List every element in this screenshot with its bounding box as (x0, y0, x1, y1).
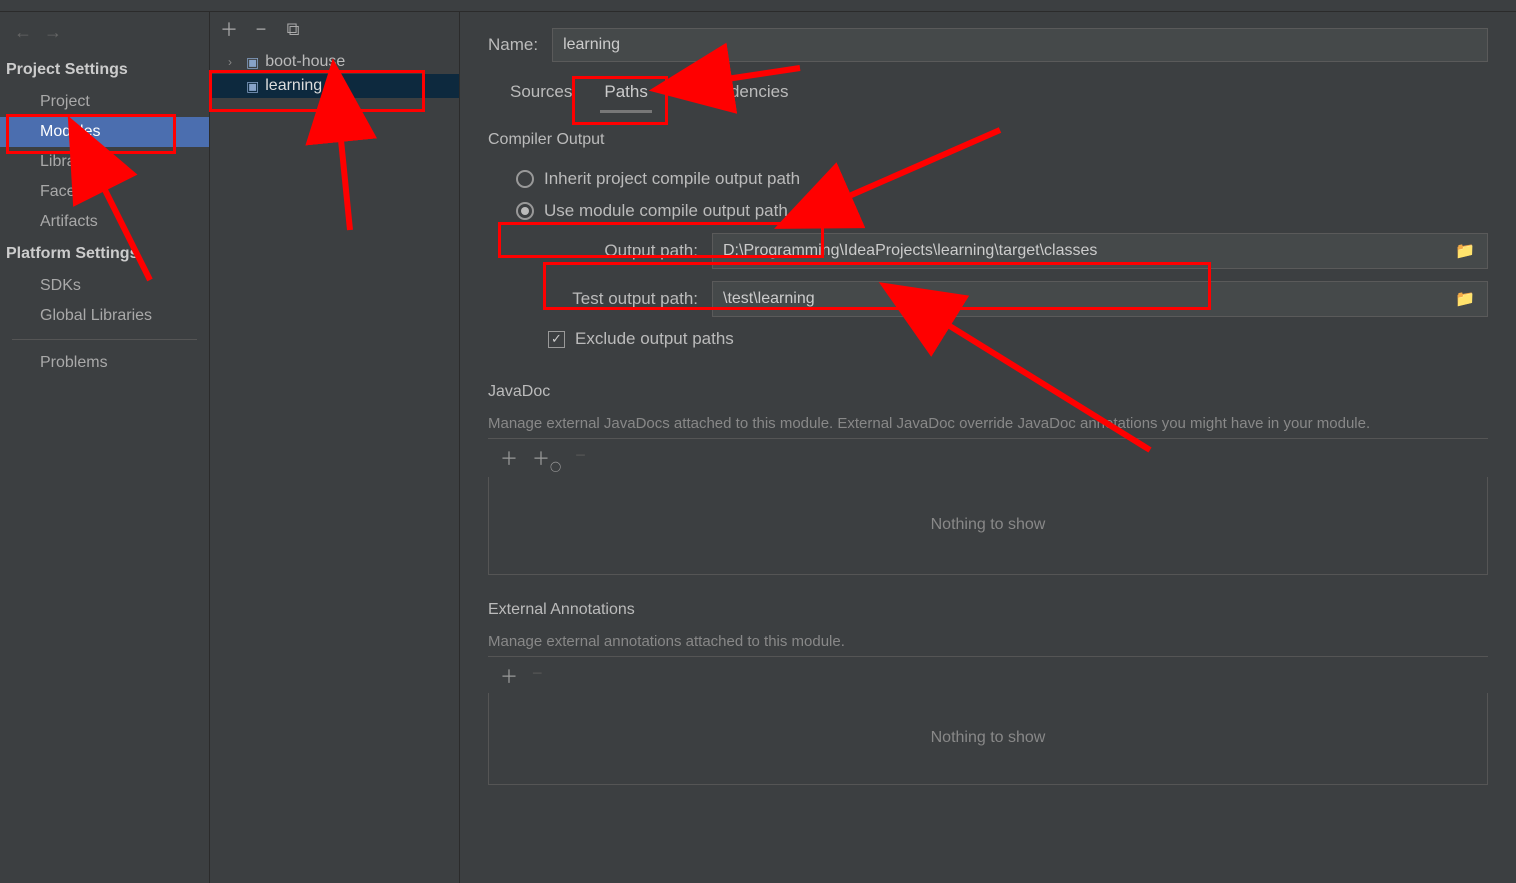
tree-item-label: learning (265, 77, 322, 95)
sidebar-heading-project-settings: Project Settings (0, 53, 209, 87)
radio-label: Use module compile output path (544, 201, 788, 221)
checkbox-icon: ✓ (548, 331, 565, 348)
browse-folder-icon[interactable]: 📁 (1443, 289, 1487, 309)
module-tree-panel: ＋ − ⧉ › ▣ boot-house ▣ learning (210, 12, 460, 883)
checkbox-label: Exclude output paths (575, 329, 734, 349)
add-url-icon[interactable]: ＋◯ (532, 445, 561, 473)
settings-sidebar: ← → Project Settings Project Modules Lib… (0, 12, 210, 883)
add-icon[interactable]: ＋ (500, 445, 518, 473)
sidebar-item-global-libraries[interactable]: Global Libraries (0, 301, 209, 331)
radio-label: Inherit project compile output path (544, 169, 800, 189)
javadoc-empty: Nothing to show (488, 477, 1488, 575)
module-settings-panel: Name: Sources Paths Dependencies Compile… (460, 12, 1516, 883)
sidebar-item-libraries[interactable]: Libraries (0, 147, 209, 177)
copy-icon[interactable]: ⧉ (284, 19, 302, 40)
radio-use-module-output[interactable]: Use module compile output path (488, 195, 1488, 227)
forward-arrow-icon[interactable]: → (44, 22, 62, 43)
test-output-path-input[interactable] (713, 290, 1443, 308)
sidebar-item-project[interactable]: Project (0, 87, 209, 117)
javadoc-desc: Manage external JavaDocs attached to thi… (488, 415, 1488, 432)
tab-paths[interactable]: Paths (600, 78, 651, 113)
add-icon[interactable]: ＋ (220, 16, 238, 42)
sidebar-item-modules[interactable]: Modules (0, 117, 209, 147)
remove-icon[interactable]: − (575, 445, 586, 473)
radio-icon-selected (516, 202, 534, 220)
remove-icon[interactable]: − (532, 663, 543, 689)
add-icon[interactable]: ＋ (500, 663, 518, 689)
folder-icon: ▣ (246, 54, 259, 71)
sidebar-heading-platform-settings: Platform Settings (0, 237, 209, 271)
module-name-input[interactable] (552, 28, 1488, 62)
chevron-right-icon[interactable]: › (228, 55, 240, 69)
section-javadoc: JavaDoc (488, 383, 1488, 401)
tree-item-learning[interactable]: ▣ learning (210, 74, 459, 98)
sidebar-item-sdks[interactable]: SDKs (0, 271, 209, 301)
sidebar-item-artifacts[interactable]: Artifacts (0, 207, 209, 237)
section-external-annotations: External Annotations (488, 601, 1488, 619)
tab-dependencies[interactable]: Dependencies (676, 78, 793, 113)
section-compiler-output: Compiler Output (488, 131, 1488, 149)
browse-folder-icon[interactable]: 📁 (1443, 241, 1487, 261)
annotations-desc: Manage external annotations attached to … (488, 633, 1488, 650)
test-output-path-label: Test output path: (548, 289, 698, 309)
remove-icon[interactable]: − (252, 19, 270, 40)
tree-item-label: boot-house (265, 53, 345, 71)
tab-sources[interactable]: Sources (506, 78, 576, 113)
checkbox-exclude-output[interactable]: ✓ Exclude output paths (488, 323, 1488, 355)
back-arrow-icon[interactable]: ← (14, 22, 32, 43)
output-path-label: Output path: (548, 241, 698, 261)
sidebar-item-problems[interactable]: Problems (0, 348, 209, 378)
tree-item-boot-house[interactable]: › ▣ boot-house (210, 50, 459, 74)
sidebar-item-facets[interactable]: Facets (0, 177, 209, 207)
folder-icon: ▣ (246, 78, 259, 95)
radio-inherit-output[interactable]: Inherit project compile output path (488, 163, 1488, 195)
name-label: Name: (488, 35, 538, 55)
radio-icon (516, 170, 534, 188)
output-path-input[interactable] (713, 242, 1443, 260)
annotations-empty: Nothing to show (488, 693, 1488, 785)
